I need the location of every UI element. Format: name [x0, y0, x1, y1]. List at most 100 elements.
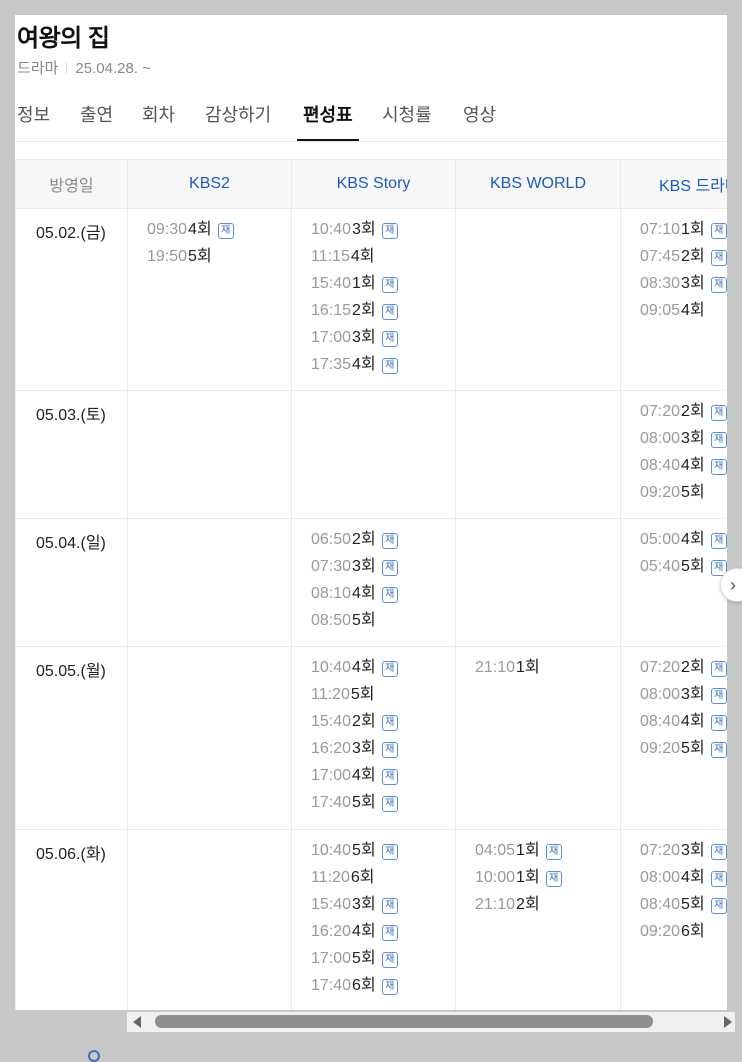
channel-header-kbs-world[interactable]: KBS WORLD [455, 159, 621, 209]
rerun-badge: 재 [381, 304, 398, 320]
airing-entry[interactable]: 17:004회 재 [311, 765, 455, 792]
airing-entry[interactable]: 11:205회 [311, 684, 455, 711]
airing-entry[interactable]: 09:304회 재 [147, 219, 291, 246]
airing-entry[interactable]: 09:206회 [640, 921, 727, 948]
airing-entry[interactable]: 17:354회 재 [311, 354, 455, 381]
horizontal-scrollbar[interactable] [127, 1012, 735, 1032]
airing-entry[interactable]: 10:001회 재 [475, 867, 620, 894]
rerun-badge: 재 [710, 661, 727, 677]
schedule-cell: 10:405회 재 11:206회 15:403회 재 16:204회 재 17:005회 재 1… [291, 829, 456, 1010]
airing-entry[interactable]: 07:303회 재 [311, 556, 455, 583]
airing-entry[interactable]: 04:051회 재 [475, 840, 620, 867]
episode-number: 1회 [516, 842, 540, 859]
rerun-badge: 재 [710, 844, 727, 860]
airing-entry[interactable]: 16:152회 재 [311, 300, 455, 327]
tab-info[interactable]: 정보 [17, 101, 50, 127]
schedule-cell [455, 390, 621, 519]
airing-entry[interactable]: 21:101회 [475, 657, 620, 684]
rerun-badge: 재 [381, 533, 398, 549]
airing-time: 05:40 [640, 558, 681, 575]
airing-entry[interactable]: 17:405회 재 [311, 792, 455, 819]
airing-entry[interactable]: 09:205회 재 [640, 738, 727, 765]
airing-entry[interactable]: 21:102회 [475, 894, 620, 921]
airing-entry[interactable]: 06:502회 재 [311, 529, 455, 556]
airing-entry[interactable]: 07:101회 재 [640, 219, 727, 246]
schedule-row: 05.02.(금) 09:304회 재 19:505회 10:403회 재 11:154회 1… [15, 208, 727, 391]
airing-entry[interactable]: 08:405회 재 [640, 894, 727, 921]
airing-entry[interactable]: 08:003회 재 [640, 428, 727, 455]
tab-ratings[interactable]: 시청률 [382, 101, 432, 127]
airing-entry[interactable]: 08:003회 재 [640, 684, 727, 711]
channel-header-kbs-story[interactable]: KBS Story [291, 159, 456, 209]
rerun-badge: 재 [381, 952, 398, 968]
scroll-left-arrow-icon[interactable] [133, 1016, 141, 1028]
episode-number: 3회 [681, 842, 705, 859]
airing-entry[interactable]: 08:303회 재 [640, 273, 727, 300]
rerun-badge: 재 [710, 250, 727, 266]
airing-entry[interactable]: 09:054회 [640, 300, 727, 327]
airing-entry[interactable]: 07:202회 재 [640, 657, 727, 684]
airing-entry[interactable]: 17:406회 재 [311, 975, 455, 1002]
program-genre: 드라마 [17, 60, 59, 77]
airing-entry[interactable]: 10:404회 재 [311, 657, 455, 684]
scrollbar-thumb[interactable] [155, 1015, 653, 1028]
rerun-badge: 재 [381, 587, 398, 603]
airing-entry[interactable]: 09:205회 [640, 482, 727, 509]
airing-entry[interactable]: 10:403회 재 [311, 219, 455, 246]
airing-time: 16:20 [311, 740, 352, 757]
episode-number: 4회 [352, 356, 376, 373]
airing-entry[interactable]: 11:154회 [311, 246, 455, 273]
airing-entry[interactable]: 05:004회 재 [640, 529, 727, 556]
broadcast-date: 05.03.(토) [15, 390, 128, 519]
airing-time: 09:20 [640, 740, 681, 757]
episode-number: 3회 [352, 221, 376, 238]
airing-entry[interactable]: 07:203회 재 [640, 840, 727, 867]
program-title: 여왕의 집 [17, 25, 110, 52]
airing-entry[interactable]: 15:401회 재 [311, 273, 455, 300]
meta-divider [66, 62, 68, 74]
airing-entry[interactable]: 08:404회 재 [640, 455, 727, 482]
schedule-cell: 09:304회 재 19:505회 [127, 208, 292, 391]
airing-entry[interactable]: 16:203회 재 [311, 738, 455, 765]
airing-entry[interactable]: 15:402회 재 [311, 711, 455, 738]
airing-time: 17:00 [311, 767, 352, 784]
airing-entry[interactable]: 17:003회 재 [311, 327, 455, 354]
tab-videos[interactable]: 영상 [463, 101, 496, 127]
tab-reviews[interactable]: 감상하기 [205, 101, 271, 127]
episode-number: 1회 [516, 869, 540, 886]
episode-number: 5회 [681, 740, 705, 757]
airing-entry[interactable]: 16:204회 재 [311, 921, 455, 948]
rerun-badge: 재 [381, 979, 398, 995]
airing-time: 10:40 [311, 221, 352, 238]
channel-header-kbs2[interactable]: KBS2 [127, 159, 292, 209]
schedule-cell: 07:202회 재 08:003회 재 08:404회 재 09:205회 [620, 390, 727, 519]
airing-entry[interactable]: 07:202회 재 [640, 401, 727, 428]
scroll-right-arrow-icon[interactable] [724, 1016, 732, 1028]
airing-entry[interactable]: 08:004회 재 [640, 867, 727, 894]
airing-entry[interactable]: 07:452회 재 [640, 246, 727, 273]
episode-number: 2회 [681, 659, 705, 676]
airing-time: 17:35 [311, 356, 352, 373]
rerun-badge: 재 [710, 715, 727, 731]
airing-entry[interactable]: 17:005회 재 [311, 948, 455, 975]
episode-number: 2회 [681, 248, 705, 265]
airing-entry[interactable]: 15:403회 재 [311, 894, 455, 921]
airing-entry[interactable]: 08:404회 재 [640, 711, 727, 738]
date-column-header: 방영일 [15, 159, 128, 209]
airing-entry[interactable]: 05:405회 재 [640, 556, 727, 583]
broadcast-date: 05.04.(일) [15, 518, 128, 647]
tab-cast[interactable]: 출연 [80, 101, 113, 127]
airing-time: 15:40 [311, 713, 352, 730]
airing-entry[interactable]: 08:505회 [311, 610, 455, 637]
schedule-table-container[interactable]: 방영일 KBS2 KBS Story KBS WORLD KBS 드라마 05.… [15, 159, 727, 1010]
channel-header-kbs-drama[interactable]: KBS 드라마 [620, 159, 727, 209]
episode-number: 6회 [350, 869, 375, 886]
airing-entry[interactable]: 10:405회 재 [311, 840, 455, 867]
airing-entry[interactable]: 19:505회 [147, 246, 291, 273]
tab-episodes[interactable]: 회차 [142, 101, 175, 127]
airing-entry[interactable]: 08:104회 재 [311, 583, 455, 610]
tab-schedule[interactable]: 편성표 [303, 101, 353, 127]
schedule-row: 05.04.(일) 06:502회 재 07:303회 재 08:104회 재 08:505회… [15, 518, 727, 647]
episode-number: 3회 [681, 430, 705, 447]
airing-entry[interactable]: 11:206회 [311, 867, 455, 894]
